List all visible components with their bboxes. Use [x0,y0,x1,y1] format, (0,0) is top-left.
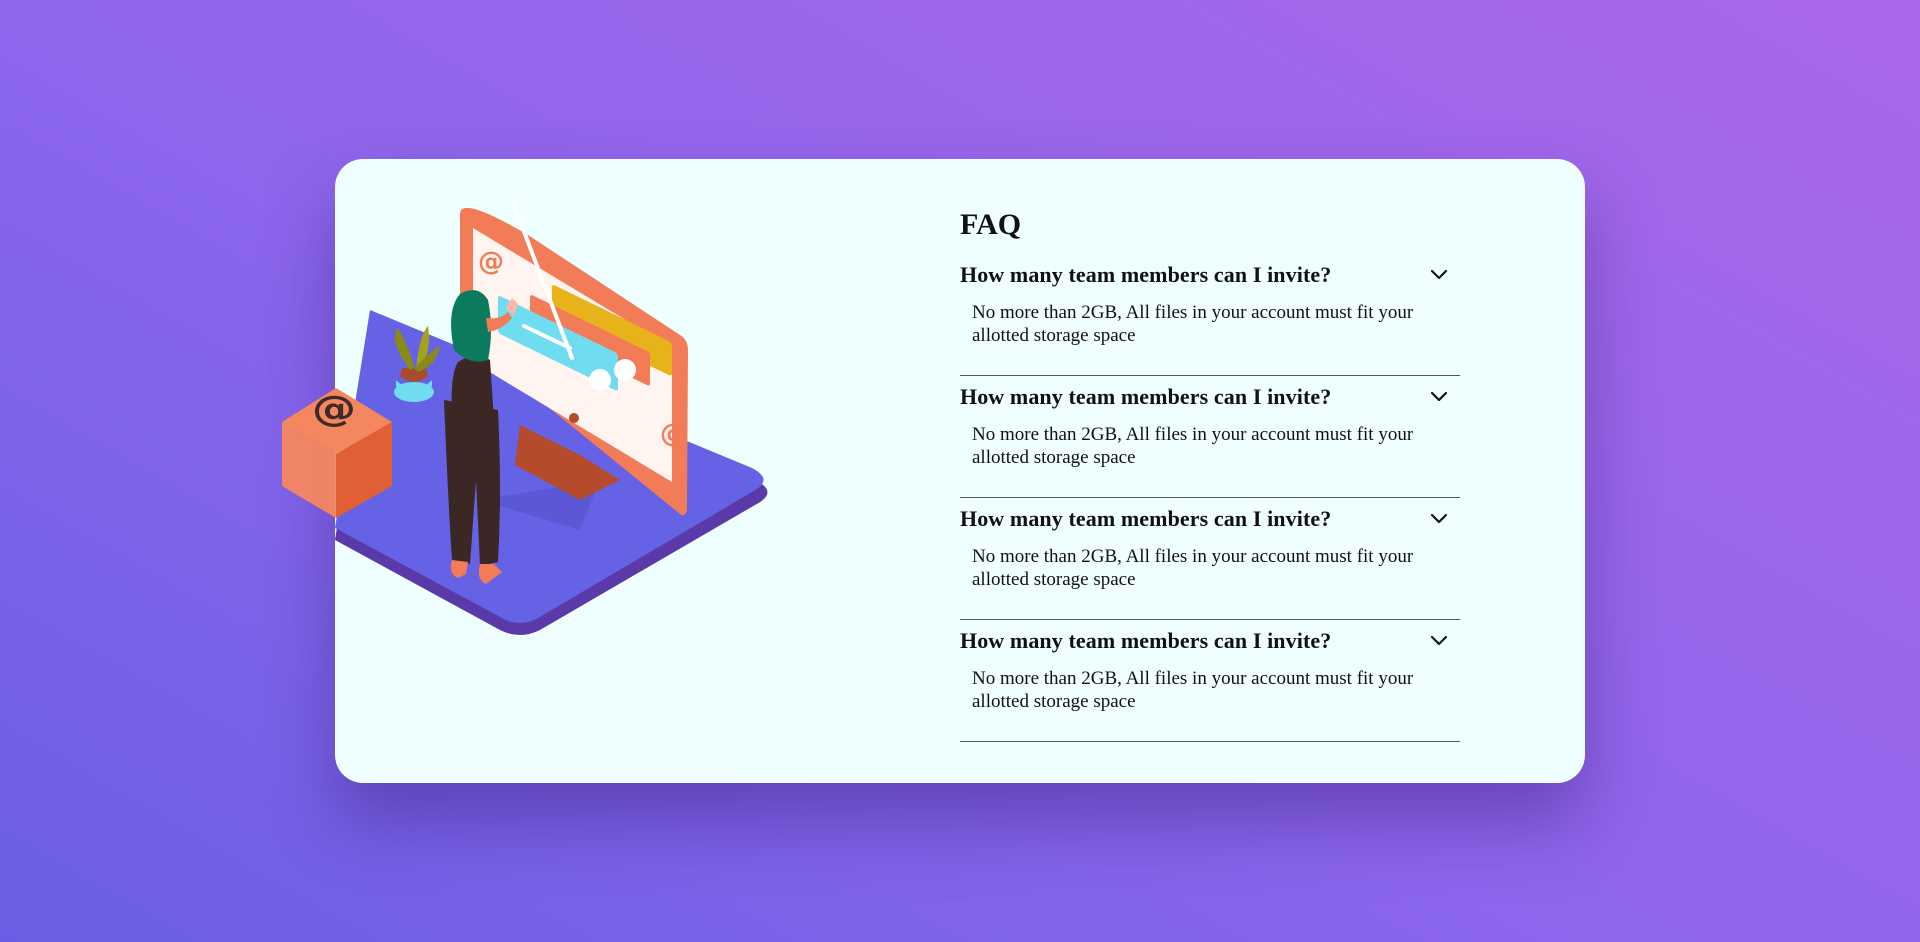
faq-answer: No more than 2GB, All files in your acco… [972,302,1414,346]
faq-item: How many team members can I invite? No m… [960,255,1460,376]
chevron-down-icon[interactable] [1428,508,1450,530]
chevron-down-icon[interactable] [1428,264,1450,286]
faq-question-toggle[interactable]: How many team members can I invite? [960,499,1460,539]
faq-question-toggle[interactable]: How many team members can I invite? [960,377,1460,417]
faq-answer: No more than 2GB, All files in your acco… [972,424,1414,468]
faq-question-toggle[interactable]: How many team members can I invite? [960,621,1460,661]
faq-question: How many team members can I invite? [960,506,1332,531]
faq-section: FAQ How many team members can I invite? … [960,205,1460,742]
svg-text:@: @ [312,389,356,430]
svg-text:@: @ [478,247,504,277]
faq-question-toggle[interactable]: How many team members can I invite? [960,255,1460,295]
faq-item: How many team members can I invite? No m… [960,621,1460,742]
faq-title: FAQ [960,208,1022,241]
faq-question: How many team members can I invite? [960,262,1332,287]
faq-question: How many team members can I invite? [960,384,1332,409]
faq-answer: No more than 2GB, All files in your acco… [972,668,1414,712]
faq-item: How many team members can I invite? No m… [960,499,1460,620]
faq-question: How many team members can I invite? [960,628,1332,653]
chevron-down-icon[interactable] [1428,386,1450,408]
woman-at-computer-illustration: @ @ @ [282,200,768,635]
svg-text:@: @ [660,419,686,449]
chevron-down-icon[interactable] [1428,630,1450,652]
faq-answer: No more than 2GB, All files in your acco… [972,546,1414,590]
faq-item: How many team members can I invite? No m… [960,377,1460,498]
